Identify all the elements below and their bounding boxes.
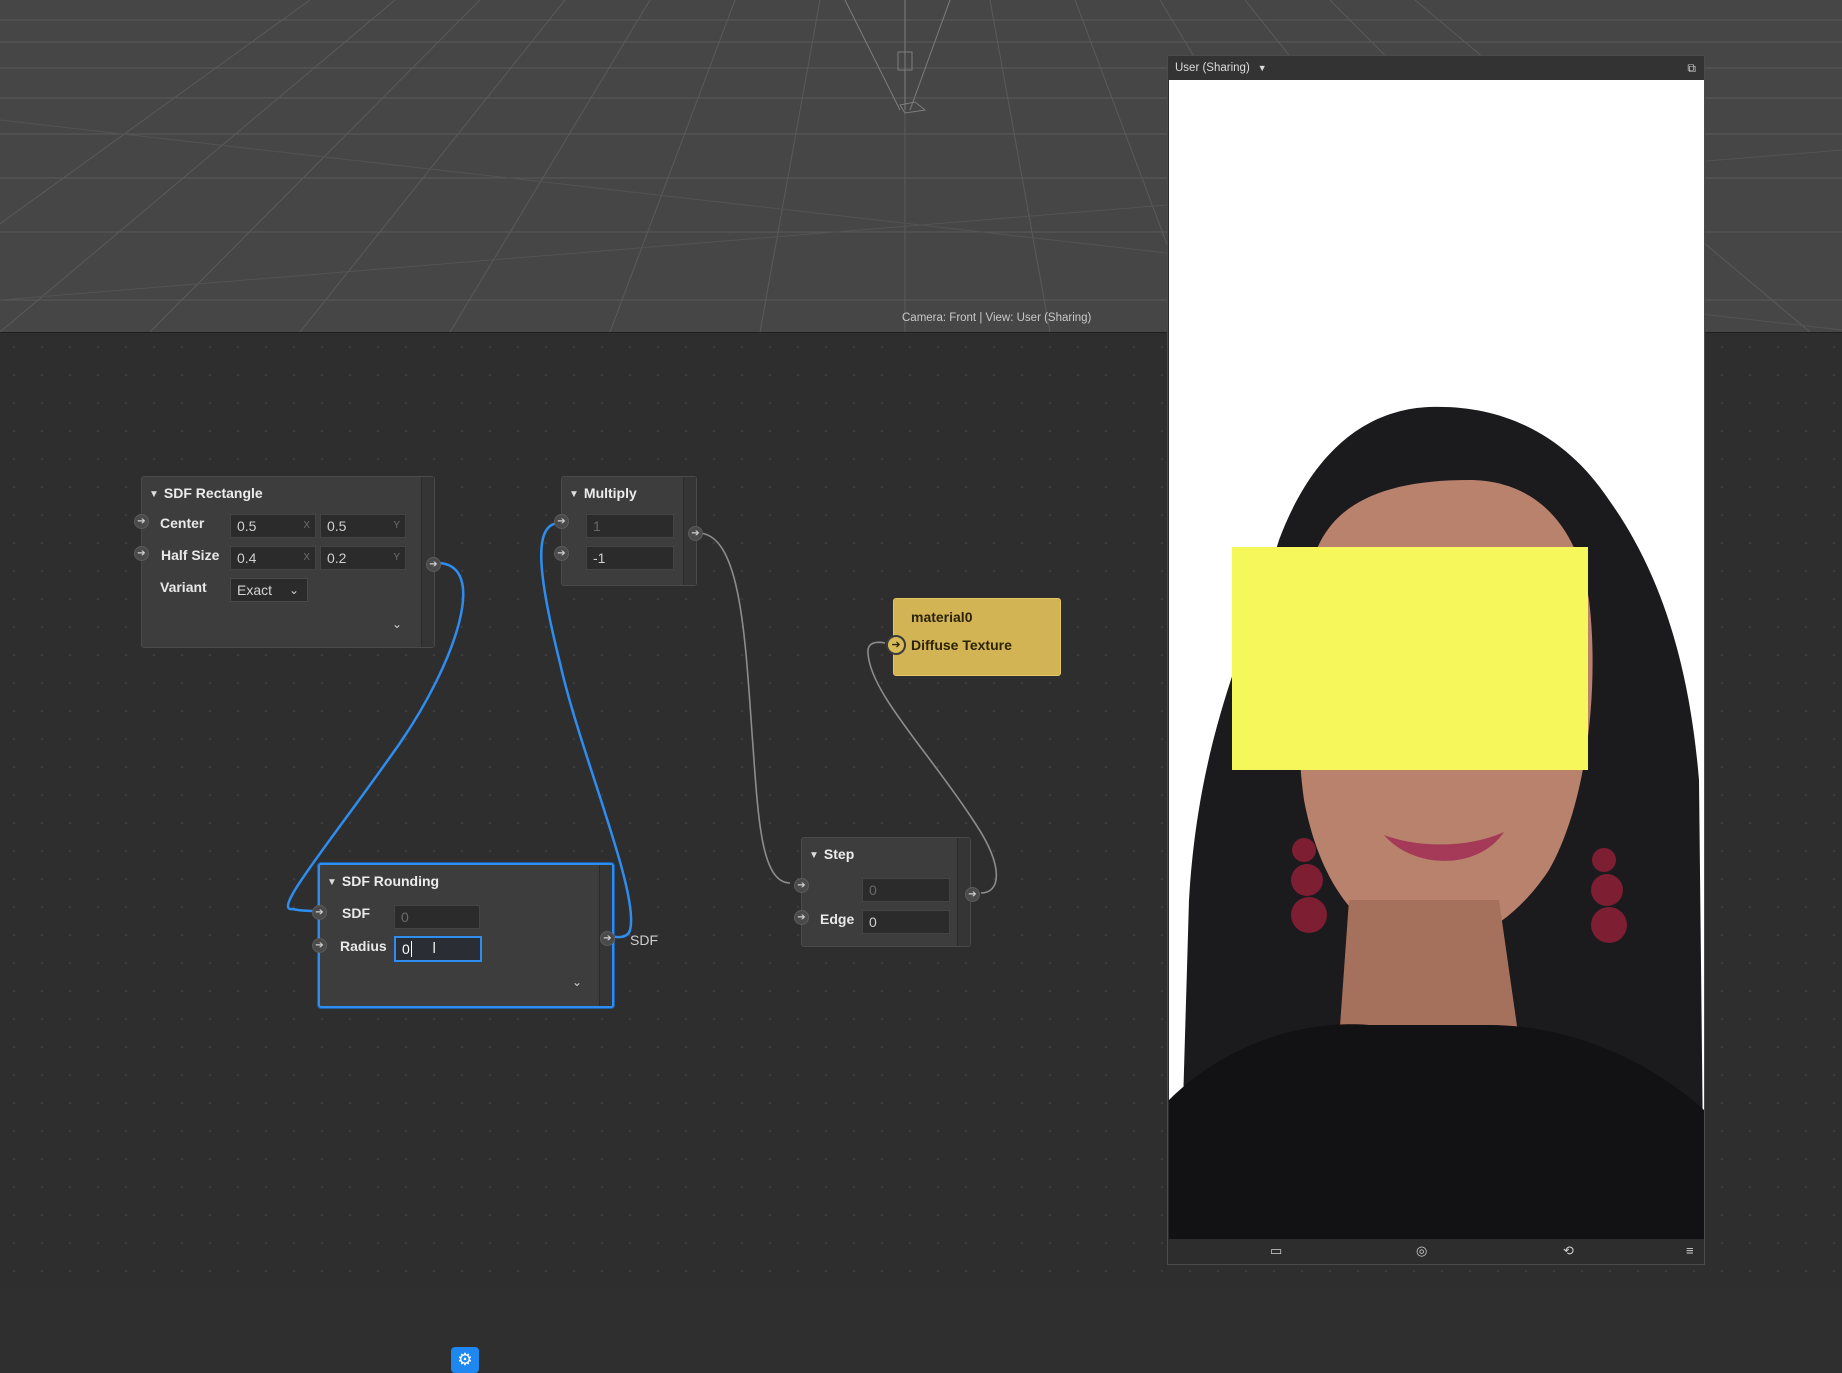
menu-icon[interactable]: ≡ xyxy=(1686,1243,1694,1258)
sdf-rounding-output-port[interactable]: ➔ xyxy=(600,931,615,946)
multiply-output-port[interactable]: ➔ xyxy=(688,526,703,541)
node-title[interactable]: ▼ SDF Rectangle xyxy=(149,485,263,501)
preview-header[interactable]: User (Sharing) ▼ ⧉ xyxy=(1168,56,1704,80)
collapse-triangle-icon[interactable]: ▼ xyxy=(569,489,579,500)
half-size-y-field[interactable]: 0.2 Y xyxy=(320,546,406,570)
step-input-port[interactable]: ➔ xyxy=(794,878,809,893)
step-node[interactable]: ▼ Step ➔ 0 ➔ Edge 0 ➔ xyxy=(794,837,980,947)
yellow-overlay xyxy=(1232,547,1588,770)
edge-input-field[interactable]: 0 xyxy=(862,910,950,934)
radius-label: Radius xyxy=(340,938,387,954)
chevron-down-icon: ⌄ xyxy=(288,583,299,597)
multiply-node[interactable]: ▼ Multiply ➔ 1 ➔ -1 ➔ xyxy=(554,476,703,586)
material-title: material0 xyxy=(911,609,973,625)
half-size-input-port[interactable]: ➔ xyxy=(134,546,149,561)
collapse-triangle-icon[interactable]: ▼ xyxy=(327,877,337,888)
diffuse-texture-label: Diffuse Texture xyxy=(911,637,1012,653)
diffuse-texture-input-port[interactable]: ➔ xyxy=(886,635,906,655)
video-camera-icon[interactable]: ▭ xyxy=(1270,1243,1282,1259)
variant-label: Variant xyxy=(160,579,207,595)
center-x-field[interactable]: 0.5 X xyxy=(230,514,316,538)
sdf-rectangle-node[interactable]: ▼ SDF Rectangle ➔ Center 0.5 X 0.5 Y ➔ Half… xyxy=(134,476,441,648)
output-sdf-label: SDF xyxy=(630,932,658,948)
collapse-triangle-icon[interactable]: ▼ xyxy=(809,850,819,861)
center-label: Center xyxy=(160,515,205,531)
node-title[interactable]: ▼ SDF Rounding xyxy=(327,873,439,889)
sdf-rounding-node[interactable]: ▼ SDF Rounding ➔ SDF 0 ➔ Radius 0 Ⅰ ⌄ ➔ S… xyxy=(312,863,658,1008)
screenshot-icon[interactable]: ◎ xyxy=(1416,1243,1427,1259)
multiply-input-b-field[interactable]: -1 xyxy=(586,546,674,570)
person-photo xyxy=(1169,406,1704,1240)
text-cursor-icon: Ⅰ xyxy=(432,940,437,957)
half-size-label: Half Size xyxy=(161,547,220,563)
collapse-triangle-icon[interactable]: ▼ xyxy=(149,489,159,500)
camera-gizmo xyxy=(844,0,951,114)
expand-chevron-icon[interactable]: ⌄ xyxy=(572,975,582,989)
edge-label: Edge xyxy=(820,911,855,927)
multiply-input-b-port[interactable]: ➔ xyxy=(554,546,569,561)
radius-input-field[interactable]: 0 Ⅰ xyxy=(394,936,482,962)
material-node[interactable]: material0 ➔ Diffuse Texture xyxy=(886,598,1061,676)
popout-icon[interactable]: ⧉ xyxy=(1687,56,1696,80)
chevron-down-icon[interactable]: ▼ xyxy=(1258,63,1267,73)
variant-select[interactable]: Exact ⌄ xyxy=(230,578,308,602)
step-output-port[interactable]: ➔ xyxy=(965,887,980,902)
rotate-device-icon[interactable]: ⟲ xyxy=(1563,1243,1574,1259)
node-settings-button[interactable]: ⚙ xyxy=(451,1347,479,1373)
step-input-field[interactable]: 0 xyxy=(862,878,950,902)
sdf-output-port[interactable]: ➔ xyxy=(426,557,441,572)
sdf-label: SDF xyxy=(342,905,370,921)
preview-footer-toolbar: ▭ ◎ ⟲ ≡ xyxy=(1168,1239,1704,1264)
multiply-input-a-field[interactable]: 1 xyxy=(586,514,674,538)
preview-panel[interactable]: User (Sharing) ▼ ⧉ ▭ ◎ ⟲ ≡ xyxy=(1167,55,1705,1265)
preview-view-selector[interactable]: User (Sharing) xyxy=(1175,62,1250,74)
node-title[interactable]: ▼ Step xyxy=(809,846,854,862)
sdf-input-field[interactable]: 0 xyxy=(394,905,480,929)
sdf-input-port[interactable]: ➔ xyxy=(312,905,327,920)
expand-chevron-icon[interactable]: ⌄ xyxy=(392,617,402,631)
center-y-field[interactable]: 0.5 Y xyxy=(320,514,406,538)
radius-input-port[interactable]: ➔ xyxy=(312,938,327,953)
edge-input-port[interactable]: ➔ xyxy=(794,910,809,925)
camera-preview-image xyxy=(1169,80,1704,1240)
half-size-x-field[interactable]: 0.4 X xyxy=(230,546,316,570)
center-input-port[interactable]: ➔ xyxy=(134,514,149,529)
gear-icon: ⚙ xyxy=(457,1350,473,1369)
node-title[interactable]: ▼ Multiply xyxy=(569,485,637,501)
camera-info-text: Camera: Front | View: User (Sharing) xyxy=(902,312,1092,324)
multiply-input-a-port[interactable]: ➔ xyxy=(554,514,569,529)
